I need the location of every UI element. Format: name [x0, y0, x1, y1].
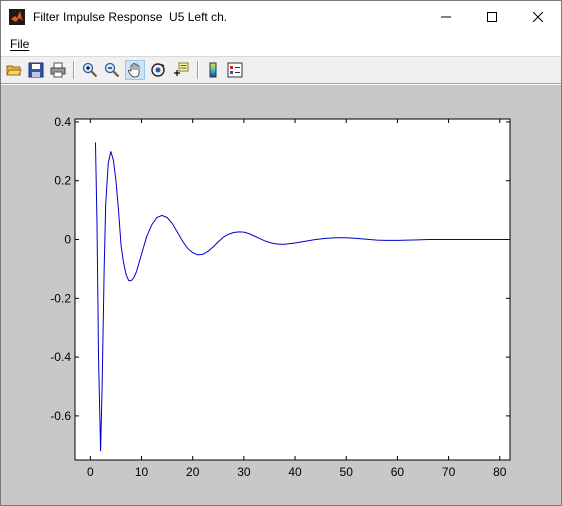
- toolbar-separator: [197, 61, 199, 79]
- y-tick-label: -0.6: [50, 409, 71, 423]
- rotate-3d-icon: [151, 63, 165, 77]
- x-tick-label: 0: [87, 465, 94, 479]
- title-bar[interactable]: Filter Impulse Response U5 Left ch.: [1, 1, 561, 32]
- data-cursor-button[interactable]: [171, 60, 191, 80]
- zoom-out-button[interactable]: [102, 60, 122, 80]
- window-title: Filter Impulse Response U5 Left ch.: [33, 9, 228, 24]
- close-button[interactable]: [515, 1, 561, 32]
- legend-icon: [227, 62, 243, 78]
- toolbar-separator: [73, 61, 75, 79]
- x-tick-label: 50: [340, 465, 354, 479]
- x-tick-label: 60: [391, 465, 405, 479]
- minimize-button[interactable]: [423, 1, 469, 32]
- matlab-logo-icon: [9, 8, 25, 25]
- print-button[interactable]: [48, 60, 68, 80]
- open-button[interactable]: [4, 60, 24, 80]
- x-tick-label: 20: [186, 465, 200, 479]
- y-tick-label: -0.2: [50, 291, 71, 305]
- x-tick-label: 30: [237, 465, 251, 479]
- save-button[interactable]: [26, 60, 46, 80]
- x-tick-label: 70: [442, 465, 456, 479]
- matlab-figure-window: Filter Impulse Response U5 Left ch. File: [0, 0, 562, 506]
- rotate-3d-button[interactable]: [148, 60, 168, 80]
- x-tick-label: 40: [288, 465, 302, 479]
- figure-canvas: 0 10 20 30 40 50 60 70 80 0.4 0.2 0 -0.2 -0.4 -0.6: [1, 85, 561, 505]
- y-tick-label: 0: [64, 233, 71, 247]
- zoom-out-icon: [104, 62, 120, 78]
- maximize-button[interactable]: [469, 1, 515, 32]
- y-tick-label: 0.2: [54, 174, 71, 188]
- menu-file[interactable]: File: [10, 37, 29, 51]
- legend-button[interactable]: [225, 60, 245, 80]
- y-tick-label: -0.4: [50, 350, 71, 364]
- zoom-in-button[interactable]: [80, 60, 100, 80]
- save-icon: [28, 62, 44, 78]
- pan-button[interactable]: [125, 60, 145, 80]
- axes-box[interactable]: [74, 118, 511, 461]
- maximize-icon: [487, 11, 497, 22]
- y-tick-label: 0.4: [54, 115, 71, 129]
- data-cursor-icon: [174, 62, 189, 76]
- impulse-response-plot[interactable]: 0 10 20 30 40 50 60 70 80 0.4 0.2 0 -0.2 -0.4 -0.6: [1, 85, 561, 505]
- window-controls: [423, 1, 561, 32]
- minimize-icon: [441, 16, 451, 17]
- colorbar-button[interactable]: [203, 60, 223, 80]
- close-icon: [533, 11, 543, 22]
- pan-hand-icon: [127, 63, 140, 78]
- print-icon: [50, 62, 66, 78]
- x-tick-label: 10: [135, 465, 149, 479]
- open-folder-icon: [6, 65, 22, 76]
- menu-bar: File: [1, 34, 561, 54]
- colorbar-icon: [209, 62, 217, 78]
- figure-toolbar: [1, 57, 561, 84]
- x-tick-label: 80: [493, 465, 507, 479]
- zoom-in-icon: [82, 62, 98, 78]
